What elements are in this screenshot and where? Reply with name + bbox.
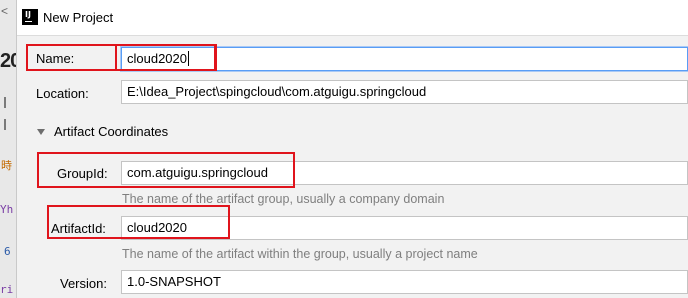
intellij-app-icon: IJ (22, 9, 38, 25)
location-label: Location: (36, 86, 89, 101)
background-heading-fragment: 20 (0, 50, 16, 72)
version-input[interactable]: 1.0-SNAPSHOT (121, 270, 688, 294)
code-fragment: ri (0, 283, 14, 296)
code-fragment: 時 (1, 159, 12, 172)
background-editor-strip: < 20 時 Yh 6 ri (0, 0, 17, 298)
triangle-down-icon (37, 129, 45, 135)
artifact-coordinates-toggle[interactable]: Artifact Coordinates (37, 124, 168, 139)
location-input[interactable]: E:\Idea_Project\spingcloud\com.atguigu.s… (121, 80, 688, 104)
dialog-title: New Project (43, 10, 114, 25)
chevron-left-icon: < (1, 4, 9, 18)
version-label: Version: (60, 276, 107, 291)
new-project-dialog: IJ New Project Name: cloud2020 Location:… (17, 0, 688, 298)
highlight-box-groupid (37, 152, 295, 188)
title-bar: IJ New Project (17, 0, 688, 36)
highlight-box-name-input (115, 44, 216, 71)
artifact-coordinates-label: Artifact Coordinates (54, 124, 169, 139)
gutter-mark (4, 119, 6, 130)
artifactid-hint: The name of the artifact within the grou… (122, 247, 478, 261)
groupid-hint: The name of the artifact group, usually … (122, 192, 445, 206)
highlight-box-artifactid (47, 205, 230, 239)
gutter-mark (4, 97, 6, 108)
code-fragment: Yh (0, 203, 14, 216)
code-fragment: 6 (4, 245, 11, 258)
